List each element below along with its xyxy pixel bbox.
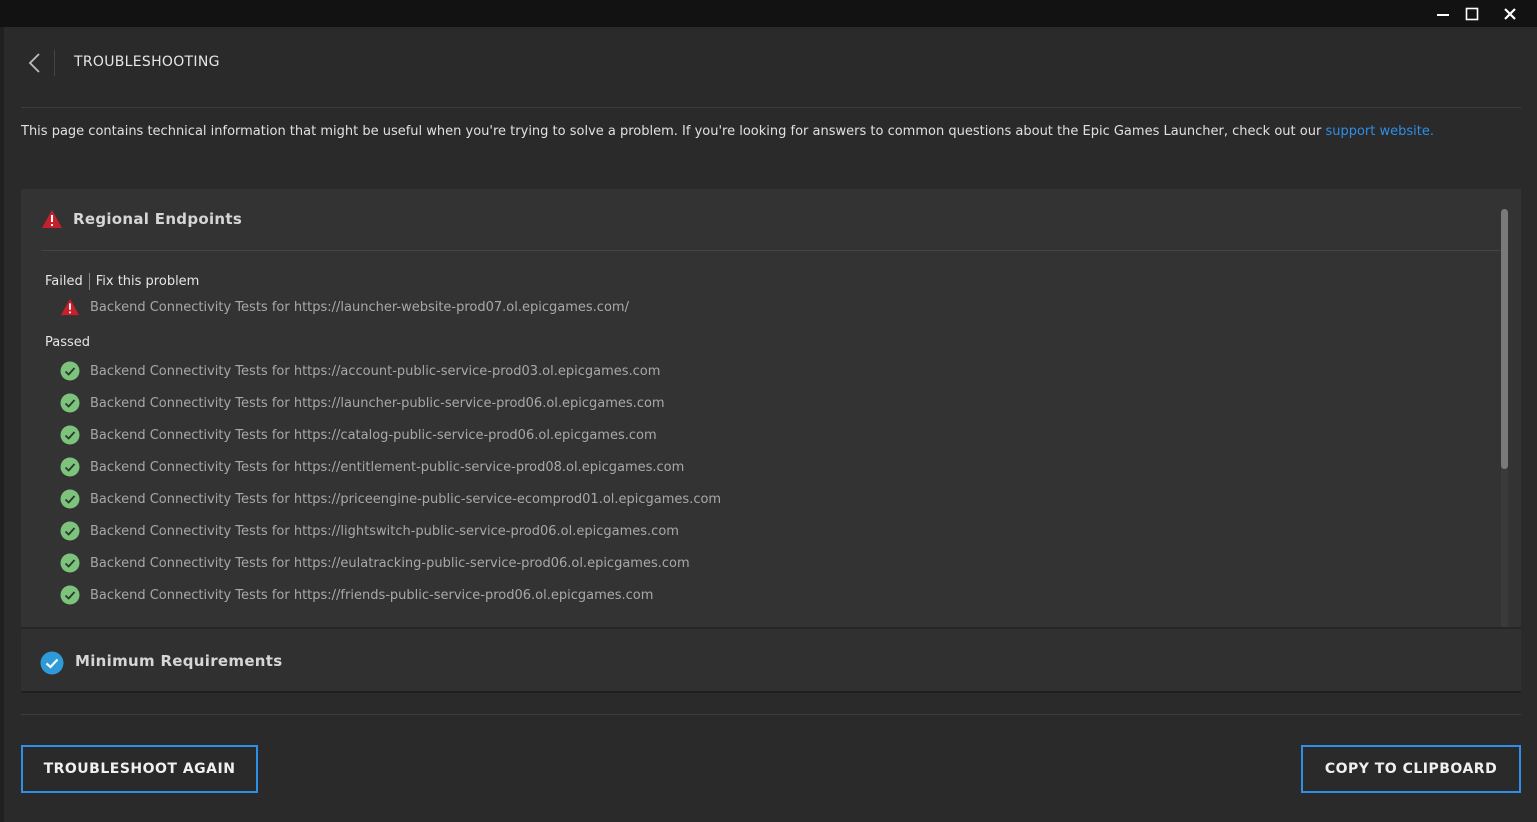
passed-test-row: Backend Connectivity Tests for https://p… — [59, 488, 721, 510]
warning-icon — [42, 210, 62, 228]
passed-test-label: Backend Connectivity Tests for https://f… — [90, 587, 654, 603]
warning-icon — [61, 298, 79, 316]
passed-test-label: Backend Connectivity Tests for https://e… — [90, 555, 690, 571]
check-circle-icon — [60, 425, 80, 445]
page-title: TROUBLESHOOTING — [74, 54, 220, 70]
failed-test-row: Backend Connectivity Tests for https://l… — [59, 296, 629, 318]
passed-test-label: Backend Connectivity Tests for https://e… — [90, 459, 685, 475]
check-circle-icon — [60, 361, 80, 381]
maximize-icon — [1465, 7, 1479, 20]
page-header: TROUBLESHOOTING — [21, 27, 1521, 108]
support-website-link[interactable]: support website. — [1325, 124, 1434, 139]
minimum-requirements-title: Minimum Requirements — [75, 652, 283, 670]
regional-endpoints-title: Regional Endpoints — [73, 210, 243, 228]
passed-test-label: Backend Connectivity Tests for https://c… — [90, 427, 657, 443]
scrollbar-thumb[interactable] — [1501, 209, 1508, 469]
passed-test-row: Backend Connectivity Tests for https://a… — [59, 360, 660, 382]
minimum-requirements-panel[interactable]: Minimum Requirements — [21, 627, 1521, 693]
check-circle-icon — [60, 553, 80, 573]
fix-problem-link[interactable]: Fix this problem — [96, 274, 200, 289]
passed-test-row: Backend Connectivity Tests for https://l… — [59, 392, 665, 414]
passed-test-row: Backend Connectivity Tests for https://f… — [59, 584, 653, 606]
regional-endpoints-panel: Regional Endpoints Failed Fix this probl… — [21, 189, 1521, 692]
check-circle-icon — [60, 585, 80, 605]
troubleshoot-again-button[interactable]: TROUBLESHOOT AGAIN — [21, 745, 258, 793]
check-circle-icon — [60, 521, 80, 541]
passed-test-label: Backend Connectivity Tests for https://l… — [90, 523, 679, 539]
passed-label: Passed — [45, 335, 91, 350]
back-button[interactable] — [23, 51, 45, 75]
passed-test-label: Backend Connectivity Tests for https://l… — [90, 395, 665, 411]
check-circle-icon — [60, 457, 80, 477]
passed-test-row: Backend Connectivity Tests for https://e… — [59, 552, 690, 574]
failed-status-line: Failed Fix this problem — [45, 273, 199, 290]
failed-label: Failed — [45, 274, 83, 289]
check-circle-icon — [40, 651, 64, 675]
chevron-left-icon — [28, 53, 40, 73]
header-divider — [54, 50, 55, 76]
failed-test-label: Backend Connectivity Tests for https://l… — [90, 299, 629, 315]
close-icon — [1504, 7, 1516, 20]
close-button[interactable] — [1492, 0, 1528, 27]
check-circle-icon — [60, 489, 80, 509]
footer-divider — [21, 714, 1521, 715]
regional-endpoints-header[interactable]: Regional Endpoints — [41, 205, 1501, 251]
status-divider — [88, 273, 90, 290]
intro-body: This page contains technical information… — [21, 124, 1326, 139]
passed-test-row: Backend Connectivity Tests for https://c… — [59, 424, 657, 446]
minimize-icon — [1437, 13, 1449, 16]
passed-test-label: Backend Connectivity Tests for https://p… — [90, 491, 722, 507]
main-content: TROUBLESHOOTING This page contains techn… — [4, 27, 1537, 822]
passed-test-label: Backend Connectivity Tests for https://a… — [90, 363, 661, 379]
passed-test-row: Backend Connectivity Tests for https://e… — [59, 456, 684, 478]
maximize-button[interactable] — [1454, 0, 1490, 27]
passed-test-row: Backend Connectivity Tests for https://l… — [59, 520, 679, 542]
copy-to-clipboard-button[interactable]: COPY TO CLIPBOARD — [1301, 745, 1521, 793]
intro-text: This page contains technical information… — [21, 124, 1434, 139]
check-circle-icon — [60, 393, 80, 413]
window-titlebar — [0, 0, 1537, 27]
